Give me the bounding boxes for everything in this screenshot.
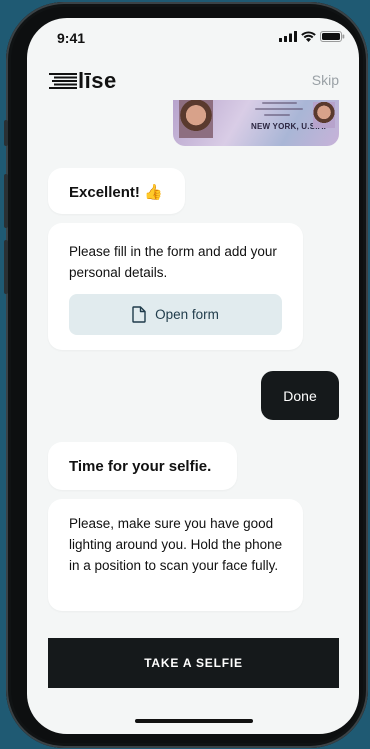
message-text: Please fill in the form and add your per… — [69, 244, 277, 280]
app-screen: 9:41 līse Skip NEW YORK, U.S.A. Excellen… — [27, 18, 359, 734]
open-form-button[interactable]: Open form — [69, 294, 282, 335]
app-header: līse Skip — [27, 66, 359, 96]
id-card-image: NEW YORK, U.S.A. — [173, 100, 339, 146]
elise-logo: līse — [49, 70, 117, 92]
battery-icon — [320, 31, 345, 42]
message-text: Done — [283, 388, 317, 404]
id-card-text-lines — [221, 102, 307, 120]
volume-down-button — [4, 240, 8, 294]
signal-icon — [279, 31, 297, 42]
message-lighting: Please, make sure you have good lighting… — [48, 499, 303, 611]
status-icons — [279, 31, 345, 42]
message-text: Excellent! 👍 — [69, 184, 163, 201]
status-time: 9:41 — [57, 30, 86, 46]
message-text: Please, make sure you have good lighting… — [69, 516, 283, 573]
skip-link[interactable]: Skip — [312, 72, 339, 88]
volume-up-button — [4, 174, 8, 228]
logo-text: līse — [78, 68, 117, 93]
document-icon — [132, 306, 146, 323]
home-indicator[interactable] — [135, 719, 253, 723]
message-done: Done — [261, 371, 339, 420]
message-excellent: Excellent! 👍 — [48, 168, 185, 214]
open-form-label: Open form — [155, 307, 219, 322]
message-selfie-title: Time for your selfie. — [48, 442, 237, 490]
wifi-icon — [301, 31, 316, 42]
status-bar: 9:41 — [27, 18, 359, 58]
mute-switch — [4, 120, 8, 146]
id-card-portrait — [179, 100, 213, 138]
message-form: Please fill in the form and add your per… — [48, 223, 303, 350]
logo-e-mark-icon — [49, 73, 77, 89]
take-selfie-label: TAKE A SELFIE — [144, 656, 243, 670]
take-selfie-button[interactable]: TAKE A SELFIE — [48, 638, 339, 688]
message-text: Time for your selfie. — [69, 458, 212, 475]
id-card-ghost-portrait — [313, 102, 335, 128]
